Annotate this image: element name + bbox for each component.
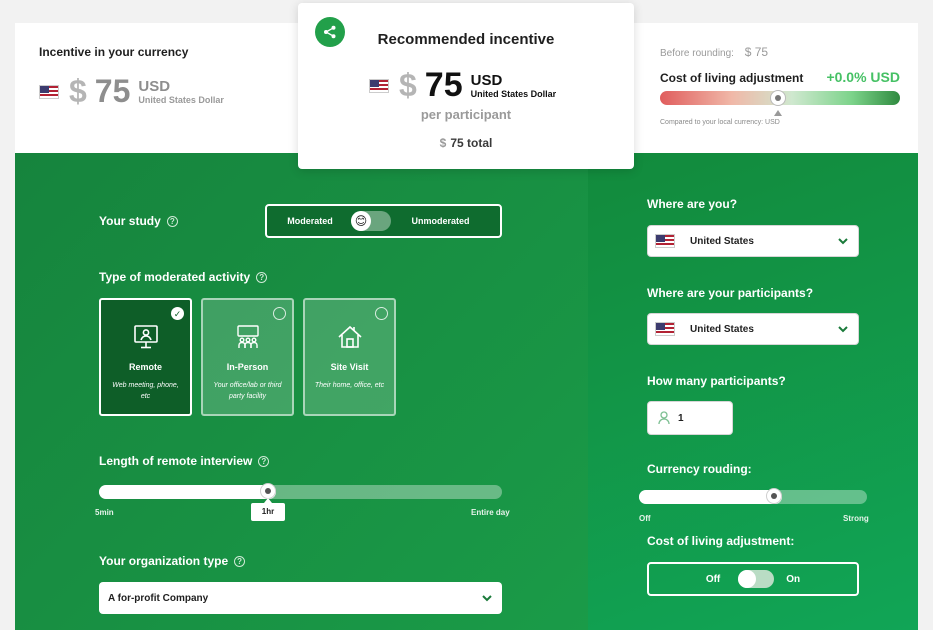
us-flag-icon [39, 84, 59, 99]
switch-knob [738, 570, 757, 588]
slider-fill [99, 485, 276, 499]
activity-title: Remote [128, 362, 162, 372]
presentation-group-icon [233, 322, 263, 352]
currency-rounding-label: Currency rouding: [647, 462, 752, 476]
compare-note: Compared to your local currency: USD [660, 119, 780, 126]
slider-fill [639, 490, 782, 504]
location-value: United States [690, 235, 754, 247]
activity-title: Site Visit [330, 362, 369, 372]
us-flag-icon [369, 78, 389, 93]
house-icon [335, 322, 365, 352]
cola-toggle-label: Cost of living adjustment: [647, 534, 795, 548]
activity-card-remote[interactable]: ✓ Remote Web meeting, phone, etc [99, 298, 192, 416]
local-currency-name: United States Dollar [138, 94, 224, 105]
activity-card-site-visit[interactable]: Site Visit Their home, office, etc [303, 298, 396, 416]
slider-value-tooltip: 1hr [251, 498, 285, 521]
location-label: Where are you? [647, 197, 738, 211]
organization-label: Your organization type? [99, 554, 246, 568]
check-icon: ✓ [171, 307, 184, 320]
participants-location-select[interactable]: United States [647, 313, 859, 345]
cola-gradient-bar [660, 90, 900, 116]
local-currency-symbol: $ [69, 73, 87, 109]
activity-description: Your office/lab or third party facility [213, 382, 282, 400]
activity-label-text: Type of moderated activity [99, 270, 251, 284]
study-type-switch[interactable]: 😊 [351, 211, 391, 231]
help-icon[interactable]: ? [234, 556, 246, 567]
study-type-toggle[interactable]: Moderated 😊 Unmoderated [265, 204, 502, 238]
chevron-down-icon [838, 326, 848, 333]
person-icon [658, 411, 670, 425]
total-amount: $75 total [298, 136, 634, 150]
participants-count-label: How many participants? [647, 374, 786, 388]
per-participant-label: per participant [420, 107, 512, 122]
cola-switch[interactable] [738, 570, 775, 588]
activity-description: Their home, office, etc [314, 382, 385, 389]
help-icon[interactable]: ? [256, 272, 268, 283]
monitor-person-icon [131, 322, 161, 352]
location-select[interactable]: United States [647, 225, 859, 257]
moderated-option[interactable]: Moderated [277, 216, 343, 226]
recommended-incentive-card: Recommended incentive $ 75 USD United St… [298, 3, 634, 169]
local-currency-panel: Incentive in your currency $ 75 USD Unit… [39, 45, 224, 110]
help-icon[interactable]: ? [258, 456, 270, 467]
interview-length-slider[interactable] [99, 483, 502, 499]
recommended-currency-name: United States Dollar [470, 88, 557, 99]
participants-count-input[interactable]: 1 [647, 401, 733, 435]
local-currency-code: USD [138, 77, 171, 95]
currency-rounding-slider[interactable] [639, 488, 867, 504]
organization-label-text: Your organization type [99, 554, 229, 568]
help-icon[interactable]: ? [166, 216, 178, 227]
us-flag-icon [655, 322, 675, 336]
organization-value: A for-profit Company [108, 592, 209, 604]
study-label: Your study? [99, 214, 178, 228]
slider-handle[interactable] [260, 483, 276, 499]
activity-card-in-person[interactable]: In-Person Your office/lab or third party… [201, 298, 294, 416]
recommended-code: USD [470, 71, 503, 89]
participants-location-label: Where are your participants? [647, 286, 814, 300]
smiley-icon: 😊 [351, 211, 371, 231]
unmoderated-option[interactable]: Unmoderated [391, 216, 490, 226]
interview-length-label: Length of remote interview? [99, 454, 270, 468]
interview-length-label-text: Length of remote interview [99, 454, 253, 468]
study-label-text: Your study [99, 214, 161, 228]
total-symbol: $ [439, 136, 447, 150]
recommended-title: Recommended incentive [377, 31, 555, 48]
before-rounding-label: Before rounding: [660, 48, 734, 59]
chevron-down-icon [482, 595, 492, 602]
us-flag-icon [655, 234, 675, 248]
total-label: total [467, 136, 493, 150]
slider-min-label: 5min [95, 508, 114, 517]
cola-on-option[interactable]: On [786, 574, 800, 585]
cola-off-option[interactable]: Off [706, 574, 720, 585]
rounding-min-label: Off [639, 514, 651, 523]
recommended-amount: 75 [424, 66, 463, 104]
cola-toggle[interactable]: Off On [647, 562, 859, 596]
organization-select[interactable]: A for-profit Company [99, 582, 502, 614]
activity-title: In-Person [226, 362, 269, 372]
participants-count-value: 1 [678, 412, 684, 424]
rounding-max-label: Strong [843, 514, 869, 523]
total-value: 75 [450, 136, 464, 150]
participants-location-value: United States [690, 323, 754, 335]
cola-indicator [770, 90, 786, 106]
cola-pointer-icon [774, 110, 782, 116]
slider-max-label: Entire day [471, 508, 510, 517]
local-currency-amount: 75 [94, 73, 131, 109]
before-rounding-value: $ 75 [744, 45, 769, 59]
local-currency-label: Incentive in your currency [39, 45, 189, 59]
activity-label: Type of moderated activity? [99, 270, 268, 284]
slider-handle[interactable] [766, 488, 782, 504]
cola-value: +0.0% USD [826, 69, 900, 85]
activity-description: Web meeting, phone, etc [112, 382, 179, 400]
radio-circle-icon [273, 307, 286, 320]
radio-circle-icon [375, 307, 388, 320]
chevron-down-icon [838, 238, 848, 245]
rounding-info-panel: Before rounding: $ 75 Cost of living adj… [660, 45, 900, 126]
cola-label: Cost of living adjustment [660, 71, 804, 85]
recommended-symbol: $ [399, 67, 417, 103]
